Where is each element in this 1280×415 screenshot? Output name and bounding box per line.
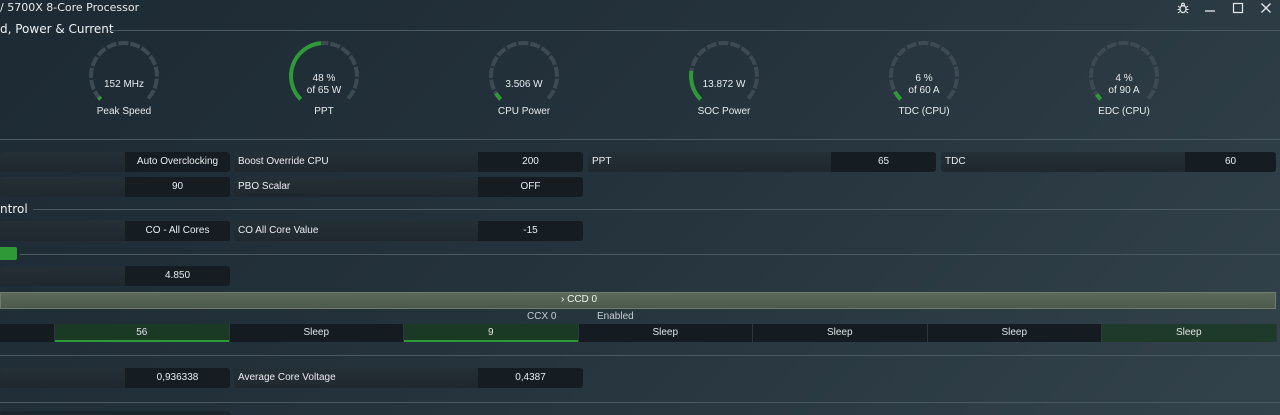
core-value: Sleep — [1001, 327, 1028, 338]
gauge-soc-power: 13.872 W SOC Power — [684, 40, 764, 140]
gauge-label: EDC (CPU) — [1098, 106, 1150, 117]
core-load-bar — [404, 340, 578, 342]
co-all-core-label: CO All Core Value — [234, 221, 478, 241]
ccx-label: CCX 0 — [527, 311, 557, 322]
core-value: Sleep — [303, 327, 330, 338]
tdc-label: TDC — [941, 152, 1185, 172]
gauge-value: 13.872 W — [702, 79, 746, 90]
average-core-voltage-field[interactable]: Average Core Voltage 0,4387 — [234, 368, 583, 388]
enable-chip[interactable] — [0, 247, 17, 260]
section-divider — [0, 355, 1280, 356]
core-value: 9 — [487, 327, 494, 338]
ccd-title: › CCD 0 — [561, 294, 598, 305]
gauge-value: 4 % — [1115, 73, 1133, 84]
pbo-scalar-field[interactable]: PBO Scalar OFF — [234, 177, 583, 197]
boost-override-field[interactable]: Boost Override CPU 200 — [234, 152, 583, 172]
gauge-value: 152 MHz — [103, 79, 144, 90]
window-title: / 5700X 8-Core Processor — [0, 1, 140, 14]
gauge-cpu-power: 3.506 W CPU Power — [484, 40, 564, 140]
core-value: Sleep — [826, 327, 853, 338]
auto-overclocking-field[interactable]: Auto Overclocking — [0, 152, 230, 172]
gauge-value: 6 % — [915, 73, 933, 84]
core-cell: Sleep — [1102, 324, 1277, 342]
gauge-subvalue: of 60 A — [908, 85, 940, 96]
setting-value[interactable]: 90 — [125, 177, 230, 197]
section-divider — [33, 209, 1280, 210]
core-value: Sleep — [652, 327, 679, 338]
boost-override-value[interactable]: 200 — [478, 152, 583, 172]
field-label — [0, 368, 125, 388]
core-cell: 56 — [55, 324, 230, 342]
maximize-icon[interactable] — [1226, 0, 1250, 16]
tdc-value[interactable]: 60 — [1185, 152, 1276, 172]
auto-overclocking-value[interactable]: Auto Overclocking — [125, 152, 230, 172]
ccx-status: Enabled — [597, 311, 634, 322]
average-core-voltage-label: Average Core Voltage — [234, 368, 478, 388]
gauge-label: TDC (CPU) — [898, 106, 950, 117]
pbo-scalar-label: PBO Scalar — [234, 177, 478, 197]
ccd-header[interactable]: › CCD 0 — [0, 292, 1276, 309]
co-mode-field[interactable]: CO - All Cores — [0, 221, 230, 241]
gauge-tdc-cpu: 6 % of 60 A TDC (CPU) — [884, 40, 964, 140]
core-value: 56 — [136, 327, 148, 338]
gauge-peak-speed: 152 MHz Peak Speed — [84, 40, 164, 140]
gauge-label: PPT — [314, 106, 334, 117]
next-row-field — [0, 411, 230, 415]
gauge-label: SOC Power — [697, 106, 751, 117]
section-divider — [0, 402, 1280, 403]
co-all-core-value[interactable]: -15 — [478, 221, 583, 241]
field-label — [0, 177, 125, 197]
section-title-curve: ntrol — [0, 202, 28, 216]
average-core-voltage-value[interactable]: 0,4387 — [478, 368, 583, 388]
ppt-field[interactable]: PPT 65 — [588, 152, 936, 172]
gauge-label: CPU Power — [497, 106, 551, 117]
boost-override-label: Boost Override CPU — [234, 152, 478, 172]
gauge-label: Peak Speed — [96, 106, 152, 117]
ppt-label: PPT — [588, 152, 831, 172]
core-load-bar — [55, 340, 229, 342]
co-mode-value[interactable]: CO - All Cores — [125, 221, 230, 241]
gauge-fill — [494, 92, 503, 101]
core-cell: Sleep — [229, 324, 404, 342]
setting-field[interactable]: 90 — [0, 177, 230, 197]
voltage-value[interactable]: 0,936338 — [125, 368, 230, 388]
tdc-field[interactable]: TDC 60 — [941, 152, 1276, 172]
field-label — [0, 221, 125, 241]
section-divider — [20, 254, 1280, 255]
ppt-value[interactable]: 65 — [831, 152, 936, 172]
ccx-row: CCX 0 Enabled — [0, 310, 1280, 324]
core-cell: Sleep — [753, 324, 928, 342]
gauge-subvalue: of 90 A — [1108, 85, 1140, 96]
core-cell: Sleep — [578, 324, 753, 342]
section-divider — [108, 30, 1280, 31]
core-cell: 9 — [404, 324, 579, 342]
bug-icon[interactable] — [1171, 0, 1195, 16]
core-row: 56 Sleep 9 Sleep Sleep Sleep Sleep — [0, 324, 1277, 342]
close-icon[interactable] — [1254, 0, 1278, 16]
pbo-scalar-value[interactable]: OFF — [478, 177, 583, 197]
gauge-fill — [97, 95, 103, 101]
field-label — [0, 152, 125, 172]
section-title-speed-power: d, Power & Current — [0, 22, 114, 36]
title-bar: / 5700X 8-Core Processor — [0, 0, 1280, 16]
core-cell: Sleep — [927, 324, 1102, 342]
gauge-subvalue: of 65 W — [306, 85, 342, 96]
core-value: Sleep — [1175, 327, 1202, 338]
field-label — [0, 266, 125, 286]
section-divider — [0, 139, 1280, 140]
co-all-core-field[interactable]: CO All Core Value -15 — [234, 221, 583, 241]
minimize-icon[interactable] — [1198, 0, 1222, 16]
gauge-value: 3.506 W — [505, 79, 543, 90]
multiplier-field[interactable]: 4.850 — [0, 266, 230, 286]
gauge-value: 48 % — [312, 73, 336, 84]
multiplier-value[interactable]: 4.850 — [125, 266, 230, 286]
core-cell — [0, 324, 55, 342]
gauge-edc-cpu: 4 % of 90 A EDC (CPU) — [1084, 40, 1164, 140]
voltage-field[interactable]: 0,936338 — [0, 368, 230, 388]
gauge-ppt: 48 % of 65 W PPT — [284, 40, 364, 140]
